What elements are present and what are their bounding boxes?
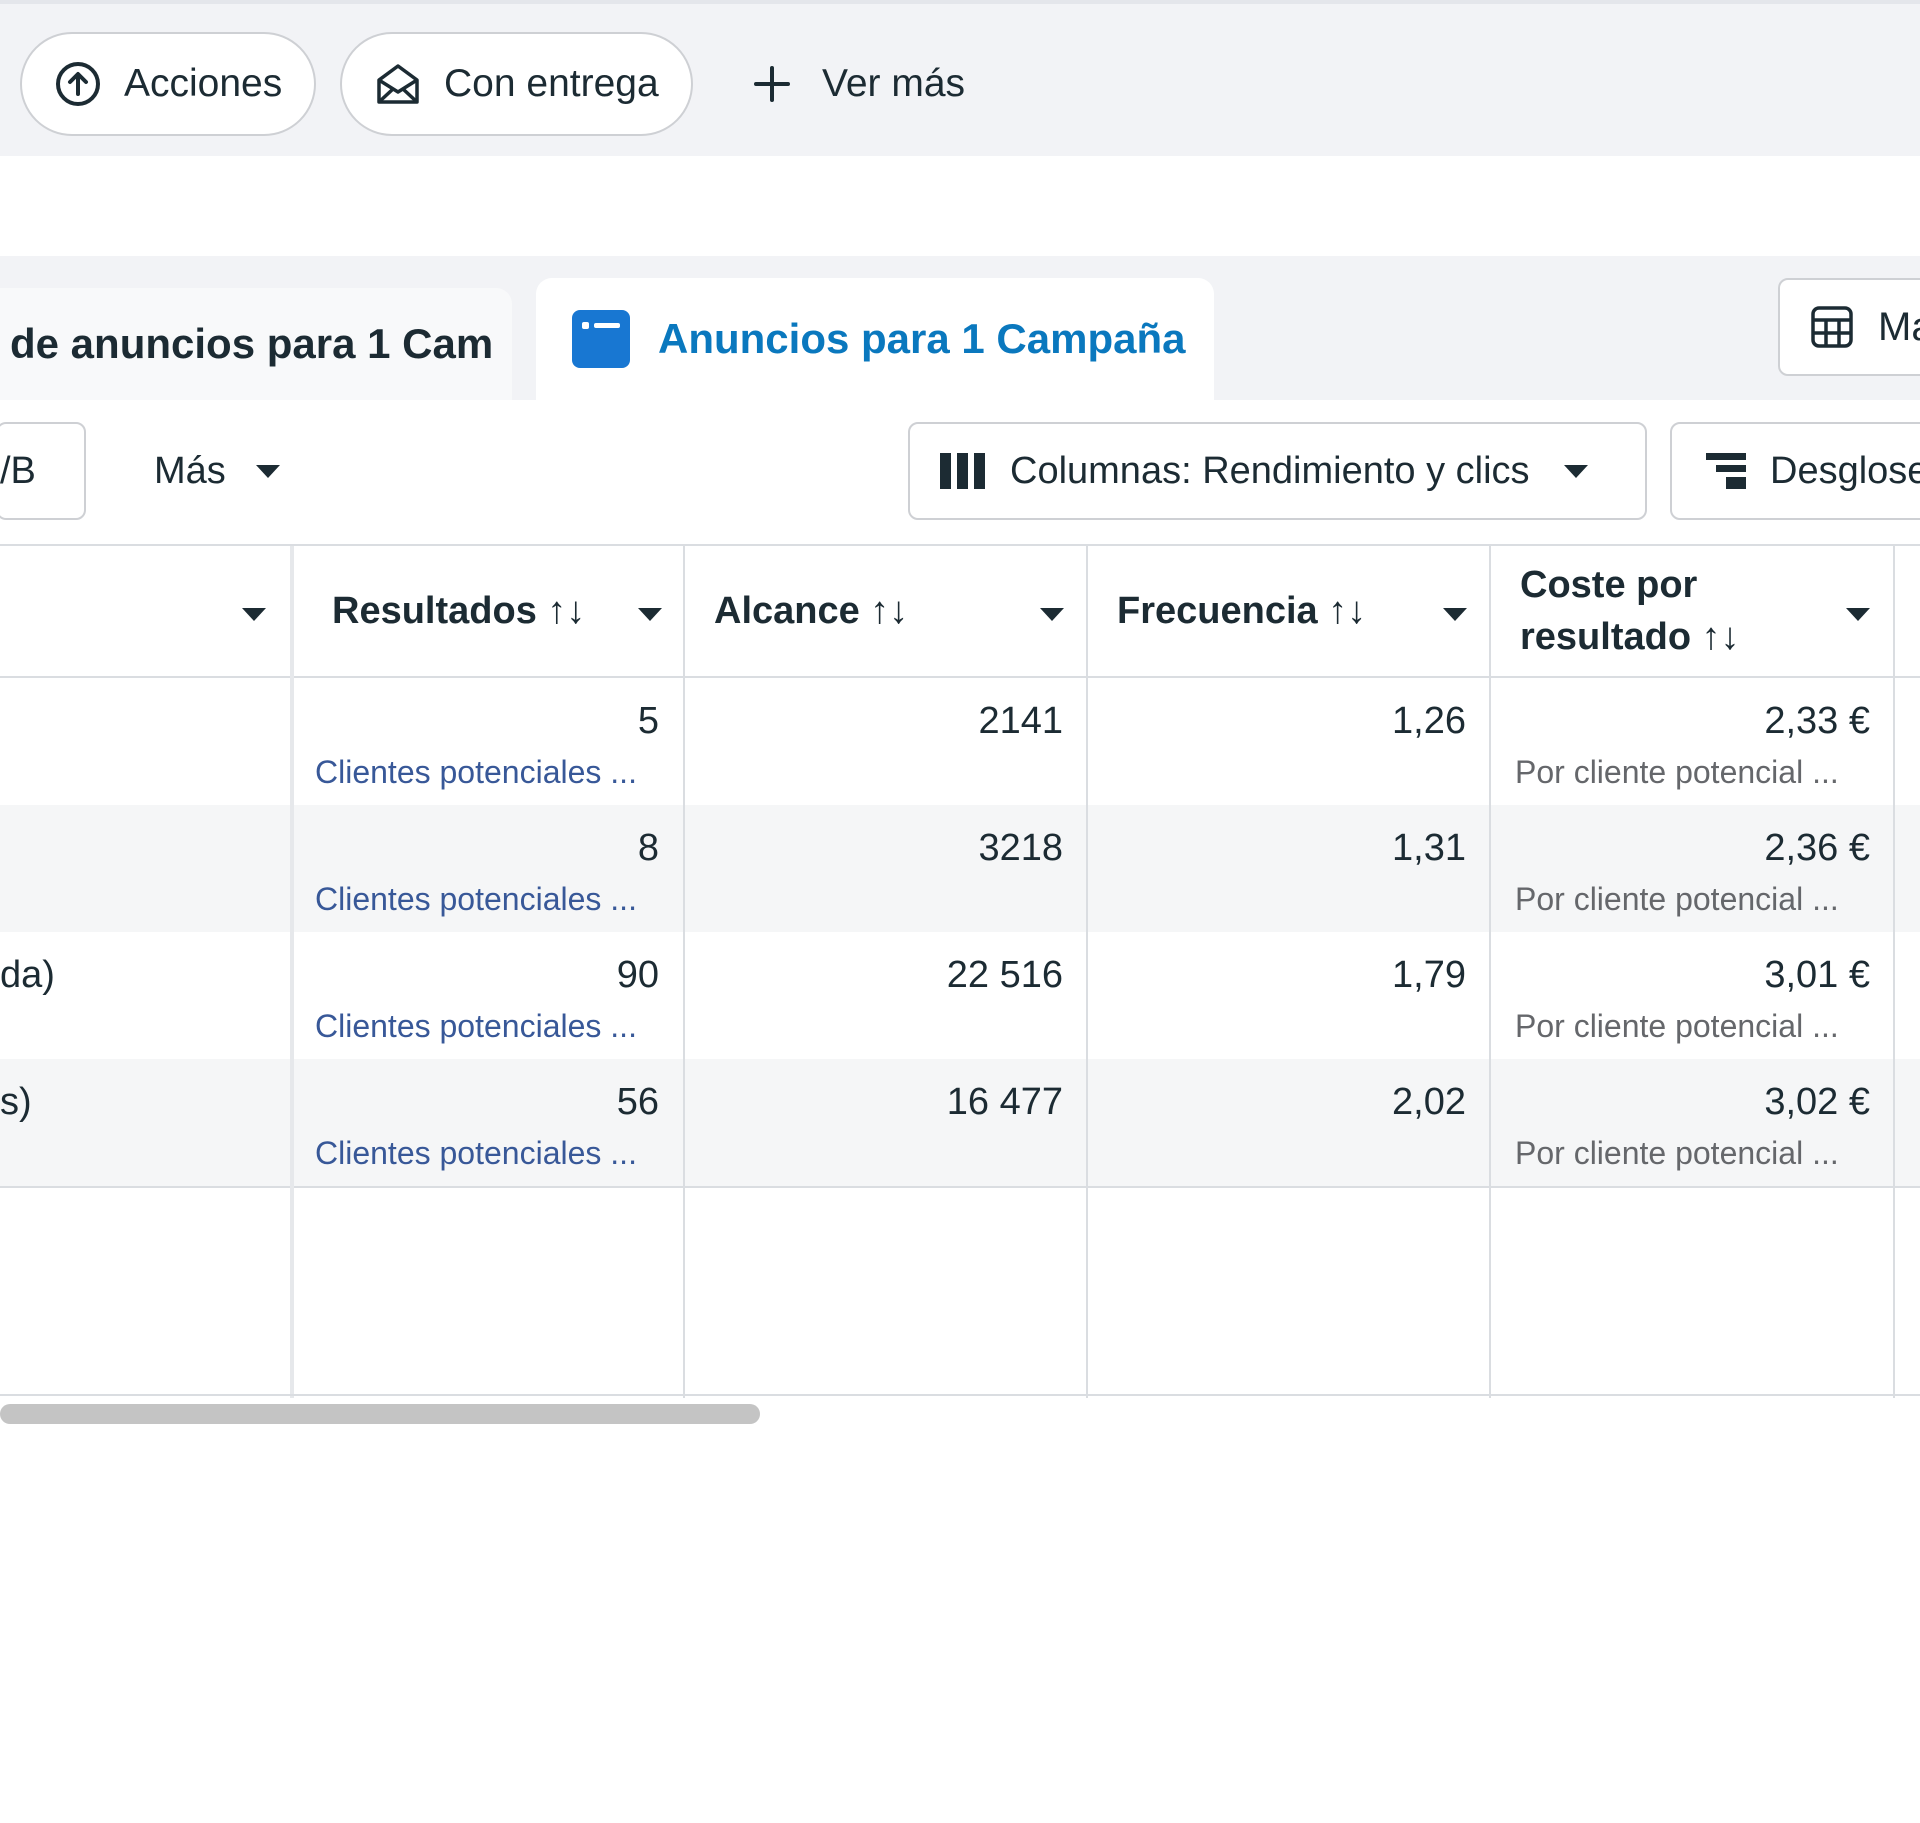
top-action-bar: Acciones Con entrega Ver más [0, 0, 1920, 156]
tab-ad-sets-label: de anuncios para 1 Cam [10, 320, 494, 367]
frequency-value: 2,02 [1392, 1081, 1466, 1123]
breakdown-icon [1706, 453, 1746, 489]
name-column-menu-icon[interactable] [242, 608, 266, 621]
results-value: 8 [637, 827, 659, 869]
reach-value: 22 516 [946, 954, 1063, 996]
results-type-link[interactable]: Clientes potenciales ... [315, 754, 637, 791]
ad-name-cell[interactable]: da) [0, 954, 55, 997]
cost-type-label: Por cliente potencial ... [1515, 1008, 1839, 1044]
frequency-column-menu-icon[interactable] [1443, 608, 1467, 621]
cost-value: 2,36 € [1764, 827, 1870, 869]
breakdown-dropdown[interactable]: Desglose [1670, 422, 1920, 520]
table-row[interactable]: 8 Clientes potenciales ... 3218 1,31 2,3… [0, 805, 1920, 932]
ad-name-cell[interactable]: s) [0, 1081, 32, 1124]
chevron-down-icon [1563, 464, 1588, 478]
column-divider [1489, 546, 1491, 1398]
delivery-button[interactable]: Con entrega [340, 32, 693, 136]
columns-dropdown[interactable]: Columnas: Rendimiento y clics [908, 422, 1647, 520]
results-value: 90 [616, 954, 659, 996]
cost-value: 2,33 € [1764, 700, 1870, 742]
column-divider [1086, 546, 1088, 1398]
tab-ad-sets[interactable]: de anuncios para 1 Cam [0, 288, 512, 400]
more-dropdown[interactable]: Más [154, 422, 280, 520]
column-divider [290, 546, 294, 1398]
cost-type-label: Por cliente potencial ... [1515, 754, 1839, 790]
header-cost-line2: resultado ↑↓ [1520, 616, 1740, 658]
cost-type-label: Por cliente potencial ... [1515, 1135, 1839, 1171]
rows-divider [0, 1186, 1920, 1188]
horizontal-scrollbar[interactable] [0, 1404, 760, 1424]
results-type-link[interactable]: Clientes potenciales ... [315, 881, 637, 918]
columns-label: Columnas: Rendimiento y clics [1010, 449, 1530, 492]
envelope-open-icon [377, 64, 419, 104]
actions-label: Acciones [124, 62, 283, 105]
more-dropdown-label: Más [154, 449, 226, 492]
columns-icon [940, 453, 985, 489]
table-header-row: Resultados ↑↓ Alcance ↑↓ Frecuencia ↑↓ C… [0, 546, 1920, 678]
frequency-value: 1,31 [1392, 827, 1466, 869]
table-row[interactable]: da) 90 Clientes potenciales ... 22 516 1… [0, 932, 1920, 1059]
tab-ads-label: Anuncios para 1 Campaña [658, 315, 1186, 362]
column-divider [1893, 546, 1895, 1398]
ab-test-label: /B [0, 449, 36, 492]
level-tabs: de anuncios para 1 Cam Anuncios para 1 C… [0, 256, 1920, 400]
table-row[interactable]: 5 Clientes potenciales ... 2141 1,26 2,3… [0, 678, 1920, 805]
header-frequency-label: Frecuencia ↑↓ [1117, 589, 1367, 632]
see-more-button[interactable]: Ver más [752, 32, 965, 136]
upload-circle-icon [56, 62, 100, 106]
results-type-link[interactable]: Clientes potenciales ... [315, 1135, 637, 1172]
results-value: 5 [637, 700, 659, 742]
frequency-value: 1,79 [1392, 954, 1466, 996]
table-view-button[interactable]: Ma [1778, 278, 1920, 376]
table-grid-icon [1811, 306, 1853, 348]
reach-value: 2141 [978, 700, 1063, 742]
see-more-label: Ver más [822, 62, 966, 105]
header-cost-line1: Coste por [1520, 564, 1698, 606]
ab-test-button[interactable]: /B [0, 422, 86, 520]
frequency-value: 1,26 [1392, 700, 1466, 742]
cost-column-menu-icon[interactable] [1846, 608, 1870, 621]
cost-value: 3,02 € [1764, 1081, 1870, 1123]
ad-window-icon [572, 310, 630, 368]
table-bottom-border [0, 1394, 1920, 1396]
reach-value: 16 477 [946, 1081, 1063, 1123]
plus-icon [754, 66, 790, 102]
actions-button[interactable]: Acciones [20, 32, 317, 136]
results-type-link[interactable]: Clientes potenciales ... [315, 1008, 637, 1045]
table-toolbar: /B Más Columnas: Rendimiento y clics Des… [0, 400, 1920, 544]
breakdown-label: Desglose [1770, 449, 1920, 492]
table-view-label: Ma [1878, 304, 1920, 349]
header-results-label: Resultados ↑↓ [332, 589, 586, 632]
header-reach[interactable]: Alcance ↑↓ [714, 546, 908, 676]
header-reach-label: Alcance ↑↓ [714, 589, 909, 632]
delivery-label: Con entrega [444, 62, 659, 105]
chevron-down-icon [255, 464, 280, 478]
cost-value: 3,01 € [1764, 954, 1870, 996]
header-results[interactable]: Resultados ↑↓ [332, 546, 585, 676]
reach-column-menu-icon[interactable] [1040, 608, 1064, 621]
reach-value: 3218 [978, 827, 1063, 869]
cost-type-label: Por cliente potencial ... [1515, 881, 1839, 917]
header-frequency[interactable]: Frecuencia ↑↓ [1117, 546, 1366, 676]
column-divider [683, 546, 685, 1398]
results-column-menu-icon[interactable] [638, 608, 662, 621]
tab-ads[interactable]: Anuncios para 1 Campaña [536, 278, 1214, 400]
header-cost-per-result[interactable]: Coste por resultado ↑↓ [1520, 546, 1740, 676]
results-value: 56 [616, 1081, 659, 1123]
ads-table: Resultados ↑↓ Alcance ↑↓ Frecuencia ↑↓ C… [0, 544, 1920, 1398]
table-row[interactable]: s) 56 Clientes potenciales ... 16 477 2,… [0, 1059, 1920, 1186]
